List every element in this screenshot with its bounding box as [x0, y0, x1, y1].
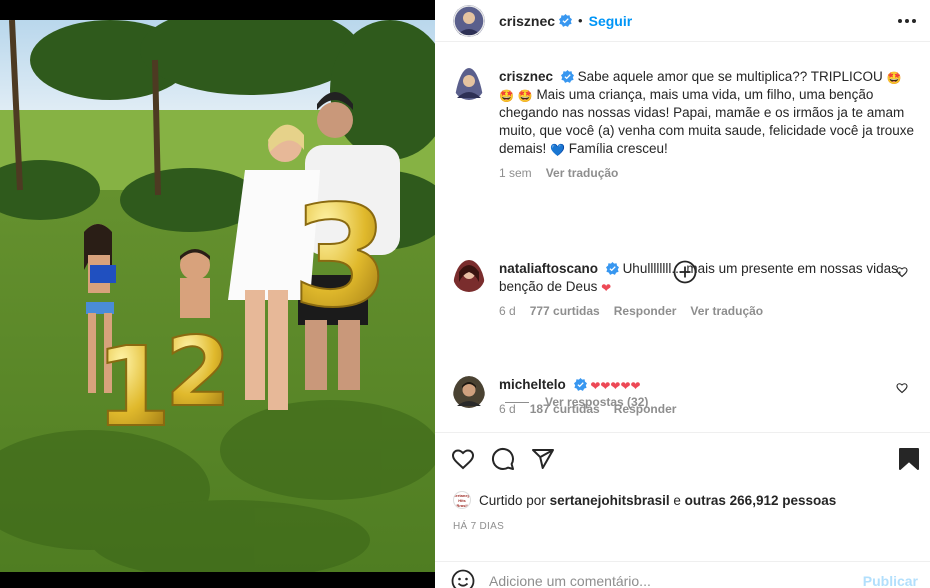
comment-body: nataliaftoscano Uhullllllll... mais um p… [499, 260, 916, 318]
author-username[interactable]: crisznec [499, 13, 555, 29]
likes-count[interactable]: outras 266,912 pessoas [685, 493, 837, 508]
comment-username[interactable]: micheltelo [499, 377, 566, 392]
commenter-avatar[interactable] [453, 376, 485, 416]
add-comment-input[interactable] [489, 572, 863, 588]
caption-time[interactable]: 1 sem [499, 166, 532, 180]
svg-text:3: 3 [292, 176, 389, 339]
like-comment-heart-icon[interactable] [896, 266, 908, 278]
more-options-icon[interactable] [898, 18, 916, 23]
caption-username[interactable]: crisznec [499, 69, 553, 84]
red-heart-emoji-icon: ❤ [601, 281, 612, 295]
caption: crisznec Sabe aquele amor que se multipl… [453, 68, 916, 180]
comment-time[interactable]: 6 d [499, 304, 516, 318]
star-struck-emoji-icon: 🤩 [517, 89, 533, 103]
share-paper-plane-icon[interactable] [531, 447, 555, 471]
comments-section[interactable]: crisznec Sabe aquele amor que se multipl… [435, 54, 930, 430]
caption-avatar[interactable] [453, 68, 485, 180]
see-translation-link[interactable]: Ver tradução [546, 166, 619, 180]
liked-by-user[interactable]: sertanejohitsbrasil [550, 493, 670, 508]
caption-text-part3: Família cresceu! [568, 141, 668, 156]
star-struck-emoji-icon: 🤩 [886, 71, 902, 85]
post-actions: Sertanejo Hits Brasil Curtido por sertan… [435, 432, 930, 588]
follow-button[interactable]: Seguir [589, 13, 633, 29]
liked-by-and: e [673, 492, 681, 508]
add-comment-bar: Publicar [435, 561, 930, 588]
caption-text: crisznec Sabe aquele amor que se multipl… [499, 68, 916, 158]
comment-item: micheltelo ❤❤❤❤❤ 6 d 187 curtidas Respon… [453, 376, 916, 416]
caption-meta: 1 sem Ver tradução [499, 166, 916, 180]
comment-item: nataliaftoscano Uhullllllll... mais um p… [453, 260, 916, 318]
comment-body: micheltelo ❤❤❤❤❤ 6 d 187 curtidas Respon… [499, 376, 916, 416]
reply-button[interactable]: Responder [614, 402, 677, 416]
comment-text: micheltelo ❤❤❤❤❤ [499, 376, 916, 394]
verified-badge-icon [560, 70, 574, 83]
verified-badge-icon [573, 378, 587, 391]
action-icons [451, 447, 920, 473]
verified-badge-icon [605, 262, 619, 275]
post-media: 1 2 3 [0, 0, 435, 588]
comment-meta: 6 d 777 curtidas Responder Ver tradução [499, 304, 916, 318]
separator-dot: • [578, 13, 583, 28]
publish-comment-button[interactable]: Publicar [863, 573, 918, 588]
caption-text-part1: Sabe aquele amor que se multiplica?? TRI… [577, 69, 883, 84]
like-heart-icon[interactable] [451, 447, 475, 471]
see-translation-link[interactable]: Ver tradução [690, 304, 763, 318]
comment-meta: 6 d 187 curtidas Responder [499, 402, 916, 416]
verified-badge-icon [559, 14, 573, 27]
comment-likes-count[interactable]: 777 curtidas [530, 304, 600, 318]
red-heart-emoji-icon: ❤❤❤❤❤ [590, 379, 641, 393]
instagram-post: 1 2 3 crisznec • Seguir crisznec Sabe aq… [0, 0, 930, 588]
comment-likes-count[interactable]: 187 curtidas [530, 402, 600, 416]
author-avatar[interactable] [453, 4, 485, 37]
save-bookmark-icon[interactable] [898, 447, 920, 471]
post-date[interactable]: HÁ 7 DIAS [453, 521, 504, 532]
star-struck-emoji-icon: 🤩 [499, 89, 514, 103]
comment-bubble-icon[interactable] [491, 447, 515, 471]
like-comment-heart-icon[interactable] [896, 382, 908, 394]
liker-avatar[interactable]: Sertanejo Hits Brasil [453, 491, 471, 509]
comment-time[interactable]: 6 d [499, 402, 516, 416]
post-header: crisznec • Seguir [435, 0, 930, 42]
svg-text:1: 1 [95, 323, 172, 451]
svg-text:2: 2 [165, 318, 231, 428]
comment-username[interactable]: nataliaftoscano [499, 261, 598, 276]
caption-body: crisznec Sabe aquele amor que se multipl… [499, 68, 916, 180]
blue-heart-emoji-icon: 💙 [550, 143, 565, 157]
emoji-smiley-icon[interactable] [451, 569, 475, 588]
post-photo[interactable]: 1 2 3 [0, 20, 435, 572]
likes-summary: Sertanejo Hits Brasil Curtido por sertan… [453, 491, 836, 509]
post-side-panel: crisznec • Seguir crisznec Sabe aquele a… [435, 0, 930, 588]
comment-text: nataliaftoscano Uhullllllll... mais um p… [499, 260, 916, 296]
reply-button[interactable]: Responder [614, 304, 677, 318]
commenter-avatar[interactable] [453, 260, 485, 318]
liked-by-label: Curtido por [479, 492, 546, 508]
